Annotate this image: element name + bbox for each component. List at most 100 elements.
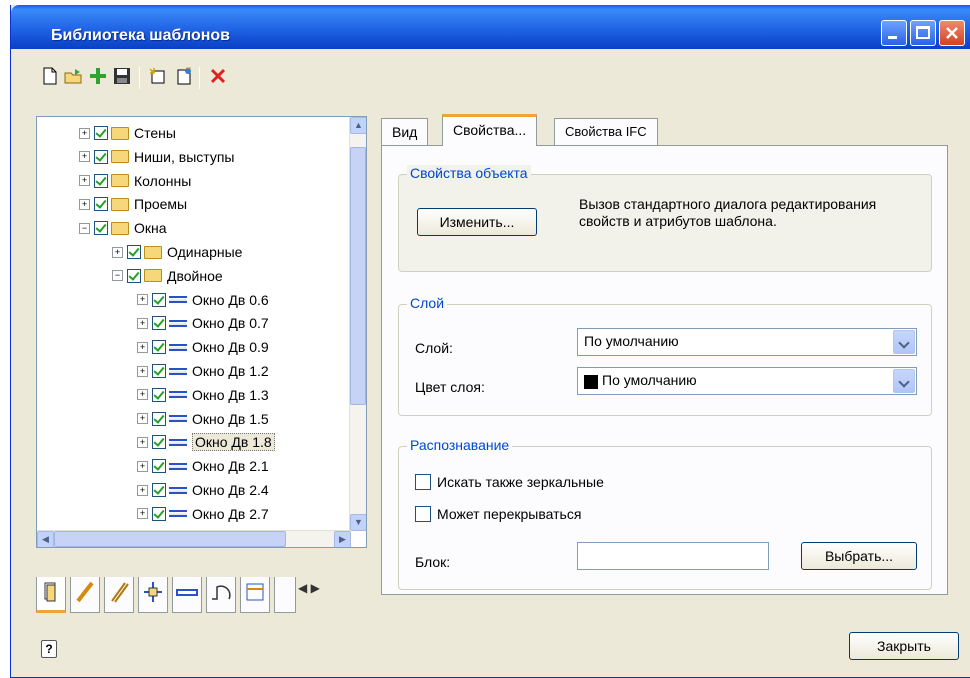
export-icon[interactable] [173,65,195,89]
tree-item[interactable]: − Окна [79,217,167,239]
category-tab-walls[interactable] [36,577,66,613]
category-tab-beams[interactable] [104,577,134,613]
tree-item[interactable]: + Окно Дв 1.8 [137,431,275,453]
tree-item-checkbox[interactable] [152,316,166,331]
expand-icon[interactable]: + [137,341,148,353]
layer-select[interactable]: По умолчанию [577,328,917,356]
category-tab-doors[interactable] [206,577,236,613]
tree-item[interactable]: + Окно Дв 0.6 [137,289,269,311]
expand-icon[interactable]: + [137,508,148,520]
help-icon[interactable]: ? [41,640,57,658]
expand-icon[interactable]: + [137,460,148,472]
tree-item[interactable]: + Окно Дв 1.2 [137,360,269,382]
import-icon[interactable] [147,65,169,89]
collapse-icon[interactable]: − [112,270,123,282]
expand-icon[interactable]: + [137,436,148,448]
tree-item[interactable]: + Окно Дв 0.9 [137,336,269,358]
overlap-checkbox[interactable] [415,506,431,522]
category-tab-more[interactable] [274,577,296,613]
tree-item[interactable]: − Двойное [112,265,223,287]
category-tab-linear[interactable] [70,577,100,613]
close-window-button[interactable] [939,20,965,46]
tree-item[interactable]: + Проемы [79,193,187,215]
tree-item-checkbox[interactable] [127,268,141,283]
open-icon[interactable] [63,65,85,89]
tree-item-label: Проемы [134,196,188,213]
expand-icon[interactable]: + [79,151,90,163]
tree-item-checkbox[interactable] [152,340,166,355]
tree-horizontal-scrollbar[interactable]: ◀ ▶ [37,530,351,547]
expand-icon[interactable]: + [112,246,123,258]
tree-item-checkbox[interactable] [152,459,166,474]
expand-icon[interactable]: + [137,389,148,401]
tree-item-checkbox[interactable] [152,435,166,450]
window-icon [176,589,198,596]
tree-item-checkbox[interactable] [152,364,166,378]
expand-icon[interactable]: + [137,317,148,329]
tree-item-checkbox[interactable] [94,149,108,164]
minimize-button[interactable] [881,20,907,46]
chevron-down-icon[interactable] [893,330,915,354]
scroll-thumb[interactable] [350,147,366,405]
tree-item[interactable]: + Окно Дв 2.1 [137,455,269,477]
chevron-down-icon[interactable] [893,369,915,393]
collapse-icon[interactable]: − [79,222,90,234]
expand-icon[interactable]: + [137,365,148,377]
mirror-checkbox[interactable] [415,474,431,490]
layer-color-select[interactable]: По умолчанию [577,367,917,395]
walls-icon [44,582,56,602]
tree-vertical-scrollbar[interactable]: ▲ ▼ [349,117,366,531]
tab-properties[interactable]: Свойства... [442,114,538,146]
change-button[interactable]: Изменить... [417,208,537,236]
tree-item-checkbox[interactable] [94,173,108,188]
block-input[interactable] [577,542,769,570]
tab-ifc-properties[interactable]: Свойства IFC [554,118,658,146]
maximize-button[interactable] [910,20,936,46]
tab-view[interactable]: Вид [381,118,429,146]
category-tab-windows[interactable] [172,577,202,613]
expand-icon[interactable]: + [79,127,90,139]
expand-icon[interactable]: + [137,413,148,425]
tree-item-checkbox[interactable] [94,197,108,212]
delete-icon[interactable] [207,65,229,89]
expand-icon[interactable]: + [79,198,90,210]
scroll-down-button[interactable]: ▼ [350,514,366,531]
close-button[interactable]: Закрыть [849,632,959,660]
scroll-right-button[interactable]: ▶ [334,531,351,547]
tree-item[interactable]: + Окно Дв 1.3 [137,384,269,406]
scroll-left-button[interactable]: ◀ [37,531,54,547]
hscroll-thumb[interactable] [54,531,286,547]
tree-item-checkbox[interactable] [94,126,108,140]
folder-icon [144,245,162,259]
tree-item[interactable]: + Колонны [79,170,191,192]
tree-item-checkbox[interactable] [94,221,108,236]
tree-item-checkbox[interactable] [127,245,141,259]
tree-item-checkbox[interactable] [152,483,166,497]
tab-scroll-arrows[interactable]: ◀ ▶ [298,581,334,603]
add-icon[interactable] [87,65,109,89]
tree-item-checkbox[interactable] [152,292,166,307]
tree-item-checkbox[interactable] [152,387,166,402]
category-tab-stairs[interactable] [240,577,270,613]
save-icon[interactable] [111,65,133,89]
scroll-up-button[interactable]: ▲ [350,117,366,134]
new-icon[interactable] [39,65,61,89]
title-bar[interactable]: Библиотека шаблонов [11,5,970,49]
tree-item[interactable]: + Одинарные [112,241,242,263]
tree-item-checkbox[interactable] [152,506,166,521]
tree-item[interactable]: + Окно Дв 2.4 [137,479,269,501]
template-tree[interactable]: + Стены + Ниши, выступы + Колонны + Проемы − Окна… [36,116,367,548]
expand-icon[interactable]: + [79,175,90,187]
tree-item-label: Окно Дв 1.8 [192,433,275,452]
expand-icon[interactable]: + [137,294,148,306]
tree-item[interactable]: + Окно Дв 1.5 [137,408,269,430]
tree-item[interactable]: + Окно Дв 2.7 [137,503,269,525]
choose-button[interactable]: Выбрать... [801,542,917,570]
expand-icon[interactable]: + [137,484,148,496]
block-label: Блок: [415,554,451,570]
tree-item-checkbox[interactable] [152,411,166,426]
tree-item[interactable]: + Окно Дв 0.7 [137,312,269,334]
category-tab-columns[interactable] [138,577,168,613]
tree-item[interactable]: + Ниши, выступы [79,146,234,168]
tree-item[interactable]: + Стены [79,122,176,144]
